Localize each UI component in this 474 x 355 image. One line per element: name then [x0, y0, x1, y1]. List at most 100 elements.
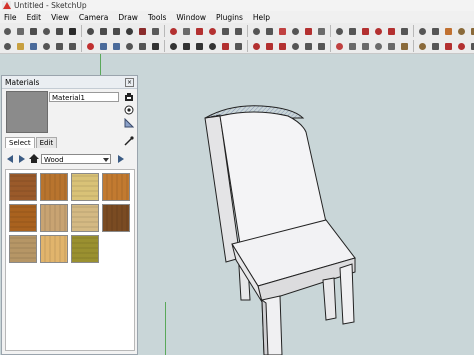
eraser-button[interactable]	[28, 26, 39, 37]
arc-tool-button[interactable]	[207, 41, 218, 52]
new-button[interactable]	[2, 41, 13, 52]
tape-measure-button[interactable]	[220, 26, 231, 37]
display-secondary-icon[interactable]	[124, 92, 134, 102]
menu-window[interactable]: Window	[171, 13, 211, 22]
open-button[interactable]	[15, 41, 26, 52]
top-view-button[interactable]	[469, 26, 474, 37]
redo-button[interactable]	[111, 41, 122, 52]
erase-button[interactable]	[85, 41, 96, 52]
select-tool-button[interactable]	[150, 41, 161, 52]
hidden-line-button[interactable]	[386, 41, 397, 52]
material-name-field[interactable]: Material1	[49, 92, 119, 102]
rectangle-tool-button[interactable]	[168, 41, 179, 52]
menu-file[interactable]: File	[0, 13, 22, 22]
wood-texture-5[interactable]	[9, 204, 37, 232]
wood-texture-3[interactable]	[71, 173, 99, 201]
wireframe-button[interactable]	[373, 41, 384, 52]
scale-button[interactable]	[194, 26, 205, 37]
push-pull-button[interactable]	[150, 26, 161, 37]
rotate-button[interactable]	[168, 26, 179, 37]
walk-button[interactable]	[417, 26, 428, 37]
create-material-icon[interactable]	[124, 105, 134, 115]
wood-texture-11[interactable]	[71, 235, 99, 263]
monochrome-button[interactable]	[430, 41, 441, 52]
line-button[interactable]	[67, 26, 78, 37]
print-button[interactable]	[124, 41, 135, 52]
tab-select[interactable]: Select	[5, 137, 35, 148]
follow-tool-button[interactable]	[264, 41, 275, 52]
follow-me-button[interactable]	[181, 26, 192, 37]
wood-texture-1[interactable]	[9, 173, 37, 201]
rotate-tool-button[interactable]	[251, 41, 262, 52]
next-view-button[interactable]	[386, 26, 397, 37]
details-arrow-icon[interactable]	[116, 154, 126, 164]
model-info-button[interactable]	[137, 41, 148, 52]
save-button[interactable]	[28, 41, 39, 52]
circle-tool-button[interactable]	[194, 41, 205, 52]
freehand-button[interactable]	[124, 26, 135, 37]
tab-edit[interactable]: Edit	[35, 137, 58, 148]
pan-button[interactable]	[316, 26, 327, 37]
back-arrow-icon[interactable]	[5, 154, 15, 164]
menu-edit[interactable]: Edit	[22, 13, 47, 22]
menu-view[interactable]: View	[46, 13, 74, 22]
select-button[interactable]	[2, 26, 13, 37]
textured-button[interactable]	[417, 41, 428, 52]
line-tool-button[interactable]	[181, 41, 192, 52]
move-tool-button[interactable]	[220, 41, 231, 52]
zoom-button[interactable]	[334, 26, 345, 37]
axes-tool-button[interactable]	[334, 41, 345, 52]
zoom-window-button[interactable]	[347, 26, 358, 37]
library-select[interactable]: Wood	[41, 153, 111, 164]
orbit-button[interactable]	[303, 26, 314, 37]
text-tool-button[interactable]	[316, 41, 327, 52]
wood-texture-8[interactable]	[102, 204, 130, 232]
position-camera-button[interactable]	[399, 26, 410, 37]
dimension-button[interactable]	[233, 26, 244, 37]
close-icon[interactable]: ×	[125, 77, 134, 87]
wood-texture-2[interactable]	[40, 173, 68, 201]
menu-help[interactable]: Help	[248, 13, 275, 22]
menu-plugins[interactable]: Plugins	[211, 13, 248, 22]
zoom-extents-button[interactable]	[360, 26, 371, 37]
wood-texture-7[interactable]	[71, 204, 99, 232]
share-model-button[interactable]	[456, 41, 467, 52]
scale-tool-button[interactable]	[277, 41, 288, 52]
default-material-icon[interactable]	[124, 118, 134, 128]
offset-tool-button[interactable]	[290, 41, 301, 52]
offset-button[interactable]	[207, 26, 218, 37]
undo-button[interactable]	[98, 41, 109, 52]
xray-button[interactable]	[347, 41, 358, 52]
forward-arrow-icon[interactable]	[17, 154, 27, 164]
rectangle-button[interactable]	[54, 26, 65, 37]
axes-button[interactable]	[277, 26, 288, 37]
look-around-button[interactable]	[430, 26, 441, 37]
home-icon[interactable]	[29, 153, 39, 164]
circle-button[interactable]	[85, 26, 96, 37]
make-component-button[interactable]	[15, 26, 26, 37]
previous-view-button[interactable]	[373, 26, 384, 37]
arc-button[interactable]	[98, 26, 109, 37]
text-button[interactable]	[264, 26, 275, 37]
section-plane-button[interactable]	[443, 26, 454, 37]
tape-tool-button[interactable]	[303, 41, 314, 52]
menu-draw[interactable]: Draw	[113, 13, 143, 22]
wood-texture-4[interactable]	[102, 173, 130, 201]
wood-texture-9[interactable]	[9, 235, 37, 263]
iso-view-button[interactable]	[456, 26, 467, 37]
menu-camera[interactable]: Camera	[74, 13, 113, 22]
wood-texture-6[interactable]	[40, 204, 68, 232]
cut-button[interactable]	[41, 41, 52, 52]
copy-button[interactable]	[54, 41, 65, 52]
move-button[interactable]	[137, 26, 148, 37]
polygon-button[interactable]	[111, 26, 122, 37]
menu-tools[interactable]: Tools	[143, 13, 171, 22]
pushpull-tool-button[interactable]	[233, 41, 244, 52]
protractor-button[interactable]	[251, 26, 262, 37]
get-models-button[interactable]	[443, 41, 454, 52]
photo-textures-button[interactable]	[469, 41, 474, 52]
paste-button[interactable]	[67, 41, 78, 52]
3d-text-button[interactable]	[290, 26, 301, 37]
sample-paint-icon[interactable]	[124, 136, 134, 146]
back-edges-button[interactable]	[360, 41, 371, 52]
